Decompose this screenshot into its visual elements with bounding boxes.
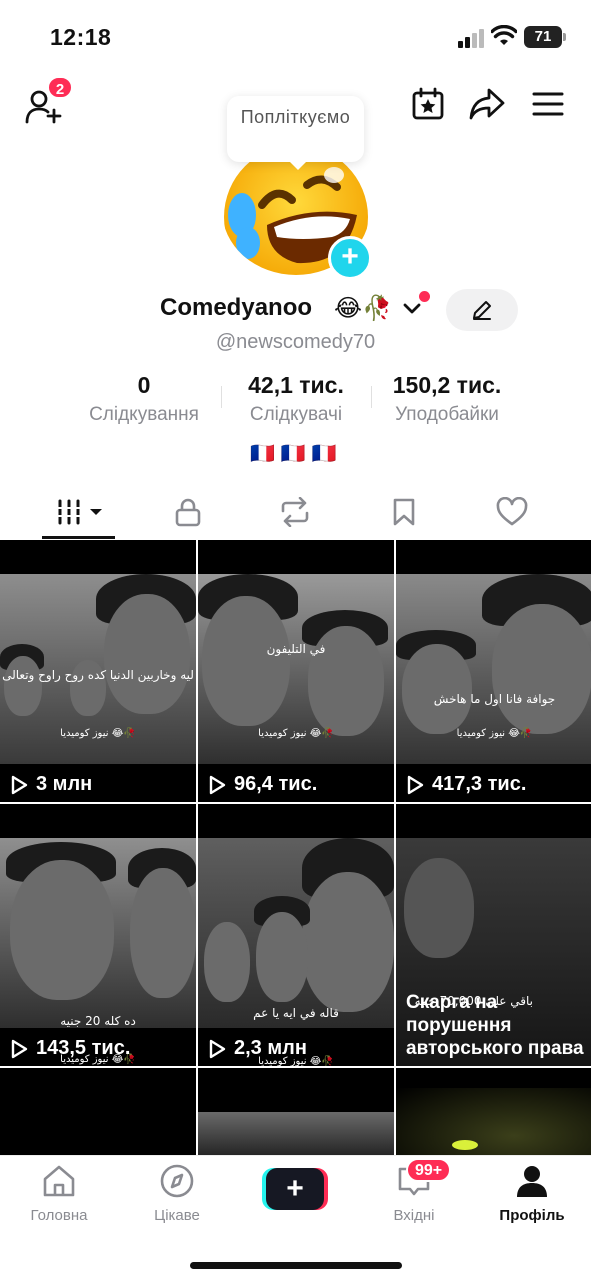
view-count: 417,3 тис. (406, 773, 526, 796)
tab-liked[interactable] (484, 492, 540, 532)
tab-reposts[interactable] (267, 492, 323, 532)
username: @newscomedy70 (215, 331, 376, 353)
video-grid: ليه وخاربين الدنيا كده روح راوح وتعالى ن… (0, 540, 591, 1168)
stat-label: Слідкування (89, 404, 199, 425)
display-name-emoji: 😂🥀 (334, 295, 392, 322)
video-tag: نيوز كوميديا 😂🥀 (258, 728, 334, 739)
play-icon (11, 1039, 28, 1058)
profile-stats: 0 Слідкування 42,1 тис. Слідкувачі 150,2… (0, 372, 591, 432)
chevron-down-icon[interactable] (402, 302, 422, 316)
plus-icon: + (266, 1168, 324, 1210)
repost-icon (281, 497, 309, 527)
play-icon (209, 1039, 226, 1058)
calendar-button[interactable] (410, 86, 446, 122)
view-count-label: 3 млн (36, 773, 93, 795)
bookmark-icon (393, 498, 415, 526)
stat-value: 42,1 тис. (248, 372, 344, 398)
video-caption: في التليفون (266, 642, 326, 656)
signal-icon (458, 28, 486, 48)
video-thumbnail[interactable]: ده كله 20 جنيه نيوز كوميديا 😂🥀 143,5 тис… (0, 804, 196, 1066)
view-count-label: 2,3 млн (234, 1037, 307, 1059)
video-thumbnail-restricted[interactable]: باقي علي 70,000 جنيه Скарга на порушення… (396, 804, 591, 1066)
caret-down-icon (89, 509, 102, 515)
status-bar: 12:18 71 (0, 0, 591, 76)
video-thumbnail[interactable]: ليه وخاربين الدنيا كده روح راوح وتعالى ن… (0, 540, 196, 802)
stat-label: Уподобайки (395, 404, 499, 425)
view-count-label: 96,4 тис. (234, 773, 318, 795)
view-count: 2,3 млн (208, 1037, 307, 1060)
video-caption: ليه وخاربين الدنيا كده روح راوح وتعالى (2, 668, 194, 682)
video-thumbnail[interactable]: في التليفون نيوز كوميديا 😂🥀 96,4 тис. (198, 540, 394, 802)
video-caption: قاله في ايه يا عم (253, 1006, 339, 1020)
active-tab-indicator (42, 536, 115, 539)
lock-icon (175, 498, 201, 527)
add-story-button[interactable]: + (328, 236, 372, 280)
calendar-star-icon (412, 87, 444, 120)
create-video-button[interactable]: + (262, 1168, 328, 1210)
menu-icon (532, 92, 564, 116)
grid-lines-icon (55, 499, 82, 525)
bio-flags: 🇫🇷🇫🇷🇫🇷 (250, 443, 343, 465)
stat-following[interactable]: 0 Слідкування (74, 372, 214, 426)
play-icon (209, 775, 226, 794)
stat-divider (221, 386, 222, 408)
video-caption: جوافة فانا اول ما هاخش (433, 692, 556, 706)
stat-followers[interactable]: 42,1 тис. Слідкувачі (228, 372, 364, 426)
profile-tabs (0, 484, 591, 540)
nav-home[interactable]: Головна (9, 1164, 109, 1224)
pencil-icon (473, 301, 491, 320)
nav-inbox-label: Вхідні (393, 1207, 435, 1224)
video-thumbnail[interactable] (198, 1068, 394, 1168)
heart-icon (496, 497, 528, 526)
stat-likes[interactable]: 150,2 тис. Уподобайки (378, 372, 516, 426)
nav-home-label: Головна (30, 1207, 88, 1224)
edit-profile-button[interactable] (446, 289, 518, 331)
share-profile-button[interactable] (468, 86, 506, 122)
video-thumbnail[interactable]: قاله في ايه يا عم نيوز كوميديا 😂🥀 2,3 мл… (198, 804, 394, 1066)
menu-button[interactable] (530, 88, 566, 120)
profile-icon (517, 1166, 547, 1197)
notification-dot (419, 291, 430, 302)
display-name: Comedyanoo (160, 294, 313, 321)
view-count: 3 млн (10, 773, 92, 796)
copyright-notice: Скарга на порушення авторського права (406, 992, 584, 1059)
view-count-label: 417,3 тис. (432, 773, 527, 795)
friend-requests-badge: 2 (47, 76, 73, 99)
video-thumbnail[interactable] (0, 1068, 196, 1168)
view-count: 96,4 тис. (208, 773, 317, 796)
nav-profile-label: Профіль (499, 1207, 565, 1224)
stat-value: 0 (137, 372, 151, 398)
battery-indicator: 71 (524, 26, 566, 48)
stat-label: Слідкувачі (249, 404, 343, 425)
home-indicator[interactable] (190, 1262, 402, 1269)
view-count-label: 143,5 тис. (36, 1037, 131, 1059)
video-tag: نيوز كوميديا 😂🥀 (456, 728, 533, 739)
stat-divider (371, 386, 372, 408)
tab-favorites[interactable] (376, 492, 432, 532)
nav-discover-label: Цікаве (154, 1207, 200, 1224)
video-caption: ده كله 20 جنيه (60, 1014, 136, 1028)
stat-value: 150,2 тис. (392, 372, 502, 398)
nav-discover[interactable]: Цікаве (127, 1164, 227, 1224)
video-thumbnail[interactable]: جوافة فانا اول ما هاخش نيوز كوميديا 😂🥀 4… (396, 540, 591, 802)
status-time: 12:18 (50, 24, 112, 50)
tab-videos[interactable] (42, 492, 115, 532)
video-thumbnail[interactable] (396, 1068, 591, 1168)
video-tag: نيوز كوميديا 😂🥀 (60, 728, 136, 739)
wifi-icon (491, 25, 517, 45)
play-icon (11, 775, 28, 794)
compass-icon (160, 1164, 194, 1198)
view-count: 143,5 тис. (10, 1037, 130, 1060)
tab-private[interactable] (160, 492, 216, 532)
avatar-tooltip: Попліткуємо (227, 96, 364, 170)
home-icon (43, 1165, 75, 1197)
nav-profile[interactable]: Профіль (482, 1164, 582, 1224)
share-icon (469, 88, 505, 120)
play-icon (407, 775, 424, 794)
inbox-badge: 99+ (406, 1158, 452, 1182)
